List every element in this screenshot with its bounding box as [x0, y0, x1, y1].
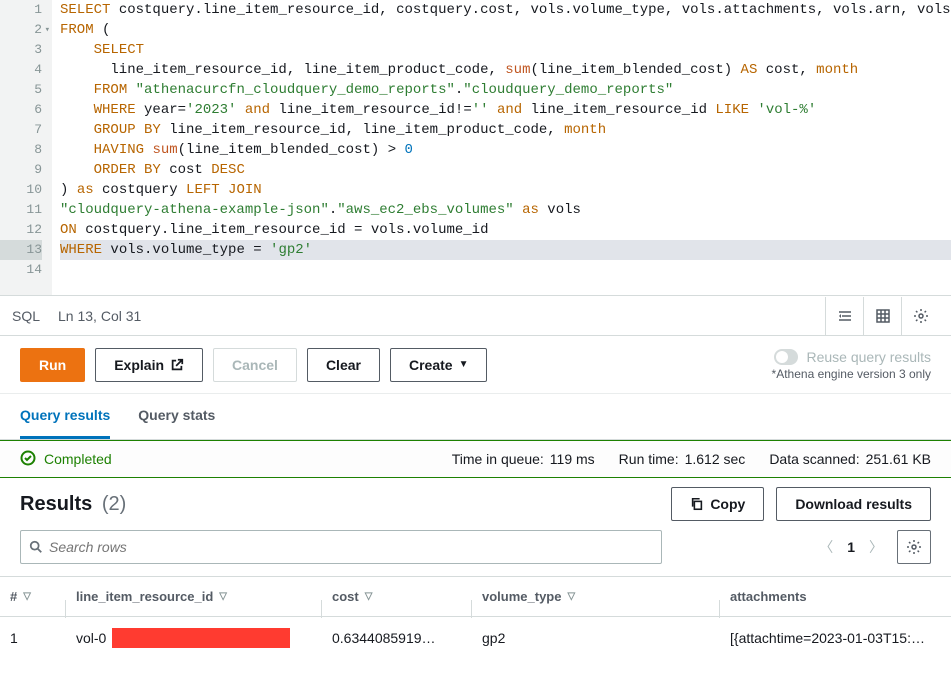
clear-button[interactable]: Clear — [307, 348, 380, 382]
sort-icon: ▽ — [23, 591, 31, 602]
cell-resource-id: vol-0 — [66, 628, 322, 648]
search-input[interactable] — [49, 539, 653, 555]
res-prefix: vol-0 — [76, 630, 106, 646]
query-status-strip: Completed Time in queue: 119 ms Run time… — [0, 440, 951, 478]
code-body[interactable]: SELECT costquery.line_item_resource_id, … — [52, 0, 951, 295]
cancel-button: Cancel — [213, 348, 297, 382]
reuse-note: *Athena engine version 3 only — [772, 367, 931, 381]
queue-val: 119 ms — [550, 451, 595, 467]
copy-button[interactable]: Copy — [671, 487, 764, 521]
runtime-val: 1.612 sec — [685, 451, 746, 467]
prev-page-icon[interactable]: 〈 — [819, 537, 833, 557]
explain-button[interactable]: Explain — [95, 348, 203, 382]
pager: 〈 1 〉 — [819, 530, 931, 564]
cursor-position: Ln 13, Col 31 — [58, 308, 141, 324]
redacted-block — [112, 628, 290, 648]
copy-icon — [690, 497, 704, 511]
status-label: Completed — [44, 451, 112, 467]
cell-index: 1 — [0, 630, 66, 646]
table-row[interactable]: 1 vol-0 0.6344085919… gp2 [{attachtime=2… — [0, 617, 951, 659]
reuse-block: Reuse query results *Athena engine versi… — [772, 349, 931, 381]
results-title-text: Results — [20, 493, 92, 515]
cell-cost: 0.6344085919… — [322, 630, 472, 646]
scan-key: Data scanned: — [769, 451, 859, 467]
format-icon[interactable] — [825, 297, 863, 335]
sort-icon: ▽ — [365, 591, 373, 602]
language-label: SQL — [12, 308, 40, 324]
create-label: Create — [409, 357, 453, 373]
chevron-down-icon: ▼ — [459, 359, 469, 370]
col-attachments[interactable]: attachments — [720, 589, 951, 604]
result-tabs: Query results Query stats — [0, 394, 951, 440]
search-icon — [29, 540, 43, 554]
check-icon — [20, 450, 36, 469]
col-cost[interactable]: cost▽ — [322, 589, 472, 604]
page-number: 1 — [847, 539, 855, 555]
gear-icon — [906, 539, 922, 555]
runtime-key: Run time: — [619, 451, 679, 467]
sort-icon: ▽ — [219, 591, 227, 602]
search-box[interactable] — [20, 530, 662, 564]
tab-query-stats[interactable]: Query stats — [138, 394, 215, 439]
results-header: Results (2) Copy Download results — [0, 478, 951, 530]
download-button[interactable]: Download results — [776, 487, 931, 521]
col-volume-type[interactable]: volume_type▽ — [472, 589, 720, 604]
sql-editor[interactable]: 1234567891011121314 SELECT costquery.lin… — [0, 0, 951, 296]
col-resource-id[interactable]: line_item_resource_id▽ — [66, 589, 322, 604]
external-link-icon — [170, 358, 184, 372]
scan-val: 251.61 KB — [866, 451, 931, 467]
table-head: #▽ line_item_resource_id▽ cost▽ volume_t… — [0, 577, 951, 617]
results-count: (2) — [102, 493, 126, 515]
query-toolbar: Run Explain Cancel Clear Create ▼ Reuse … — [0, 336, 951, 394]
editor-statusbar: SQL Ln 13, Col 31 — [0, 296, 951, 336]
grid-icon[interactable] — [863, 297, 901, 335]
table-settings-button[interactable] — [897, 530, 931, 564]
tab-query-results[interactable]: Query results — [20, 394, 110, 439]
sort-icon: ▽ — [567, 591, 575, 602]
next-page-icon[interactable]: 〉 — [869, 537, 883, 557]
cell-volume-type: gp2 — [472, 630, 720, 646]
gutter: 1234567891011121314 — [0, 0, 52, 295]
run-button[interactable]: Run — [20, 348, 85, 382]
results-title: Results (2) — [20, 493, 126, 516]
create-button[interactable]: Create ▼ — [390, 348, 488, 382]
queue-key: Time in queue: — [452, 451, 544, 467]
results-table: #▽ line_item_resource_id▽ cost▽ volume_t… — [0, 576, 951, 659]
explain-label: Explain — [114, 357, 164, 373]
copy-label: Copy — [710, 496, 745, 512]
col-index[interactable]: #▽ — [0, 589, 66, 604]
cell-attachments: [{attachtime=2023-01-03T15:… — [720, 630, 951, 646]
search-row: 〈 1 〉 — [0, 530, 951, 576]
gear-icon[interactable] — [901, 297, 939, 335]
reuse-toggle[interactable] — [774, 349, 798, 365]
reuse-label: Reuse query results — [806, 349, 931, 365]
